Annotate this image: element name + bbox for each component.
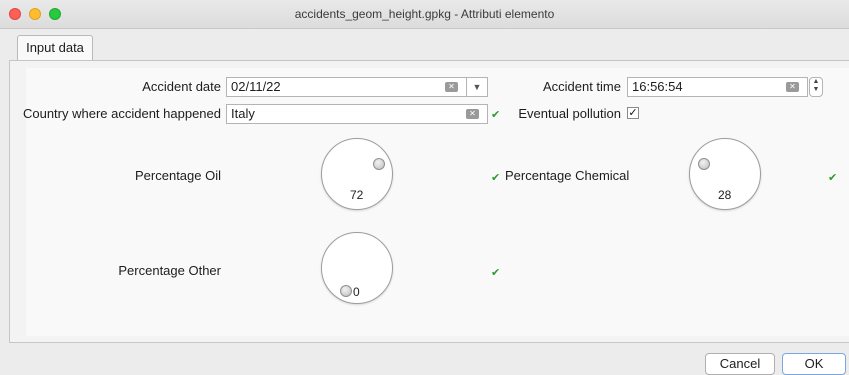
accident-date-label: Accident date [142, 79, 221, 94]
accident-time-field[interactable]: 16:56:54 ✕ [627, 77, 808, 97]
clear-icon[interactable]: ✕ [466, 109, 479, 119]
ok-button[interactable]: OK [782, 353, 846, 375]
up-down-arrows-icon[interactable]: ▲ ▼ [809, 77, 823, 97]
dial-handle[interactable] [340, 285, 352, 297]
percentage-oil-label: Percentage Oil [135, 168, 221, 183]
dial-handle[interactable] [373, 158, 385, 170]
cancel-button[interactable]: Cancel [705, 353, 775, 375]
percentage-oil-dial[interactable]: 72 [321, 138, 393, 210]
country-label: Country where accident happened [22, 106, 221, 121]
accident-time-label: Accident time [542, 79, 621, 94]
window-title: accidents_geom_height.gpkg - Attributi e… [294, 7, 555, 21]
chevron-down-icon[interactable]: ▼ [466, 77, 488, 97]
checkmark-icon: ✔ [491, 109, 501, 121]
tab-input-data[interactable]: Input data [17, 35, 93, 61]
dial-handle[interactable] [698, 158, 710, 170]
checkmark-icon: ✔ [828, 172, 838, 184]
country-value: Italy [231, 106, 255, 121]
percentage-other-value: 0 [353, 285, 360, 299]
eventual-pollution-checkbox[interactable]: ✓ [627, 107, 639, 119]
accident-date-value: 02/11/22 [231, 79, 281, 94]
checkmark-icon: ✔ [491, 267, 501, 279]
accident-time-value: 16:56:54 [632, 79, 683, 94]
eventual-pollution-label: Eventual pollution [518, 106, 621, 121]
button-bar: Cancel OK [0, 350, 849, 375]
checkmark-icon: ✔ [491, 172, 501, 184]
country-field[interactable]: Italy ✕ [226, 104, 488, 124]
window-titlebar: accidents_geom_height.gpkg - Attributi e… [0, 0, 849, 29]
accident-date-field[interactable]: 02/11/22 ✕ ▼ [226, 77, 488, 97]
clear-icon[interactable]: ✕ [786, 82, 799, 92]
percentage-oil-value: 72 [350, 188, 364, 202]
percentage-chemical-dial[interactable]: 28 [689, 138, 761, 210]
clear-icon[interactable]: ✕ [445, 82, 458, 92]
percentage-other-dial[interactable]: 0 [321, 232, 393, 304]
percentage-chemical-value: 28 [718, 188, 732, 202]
percentage-other-label: Percentage Other [118, 263, 221, 278]
percentage-chemical-label: Percentage Chemical [505, 168, 630, 183]
